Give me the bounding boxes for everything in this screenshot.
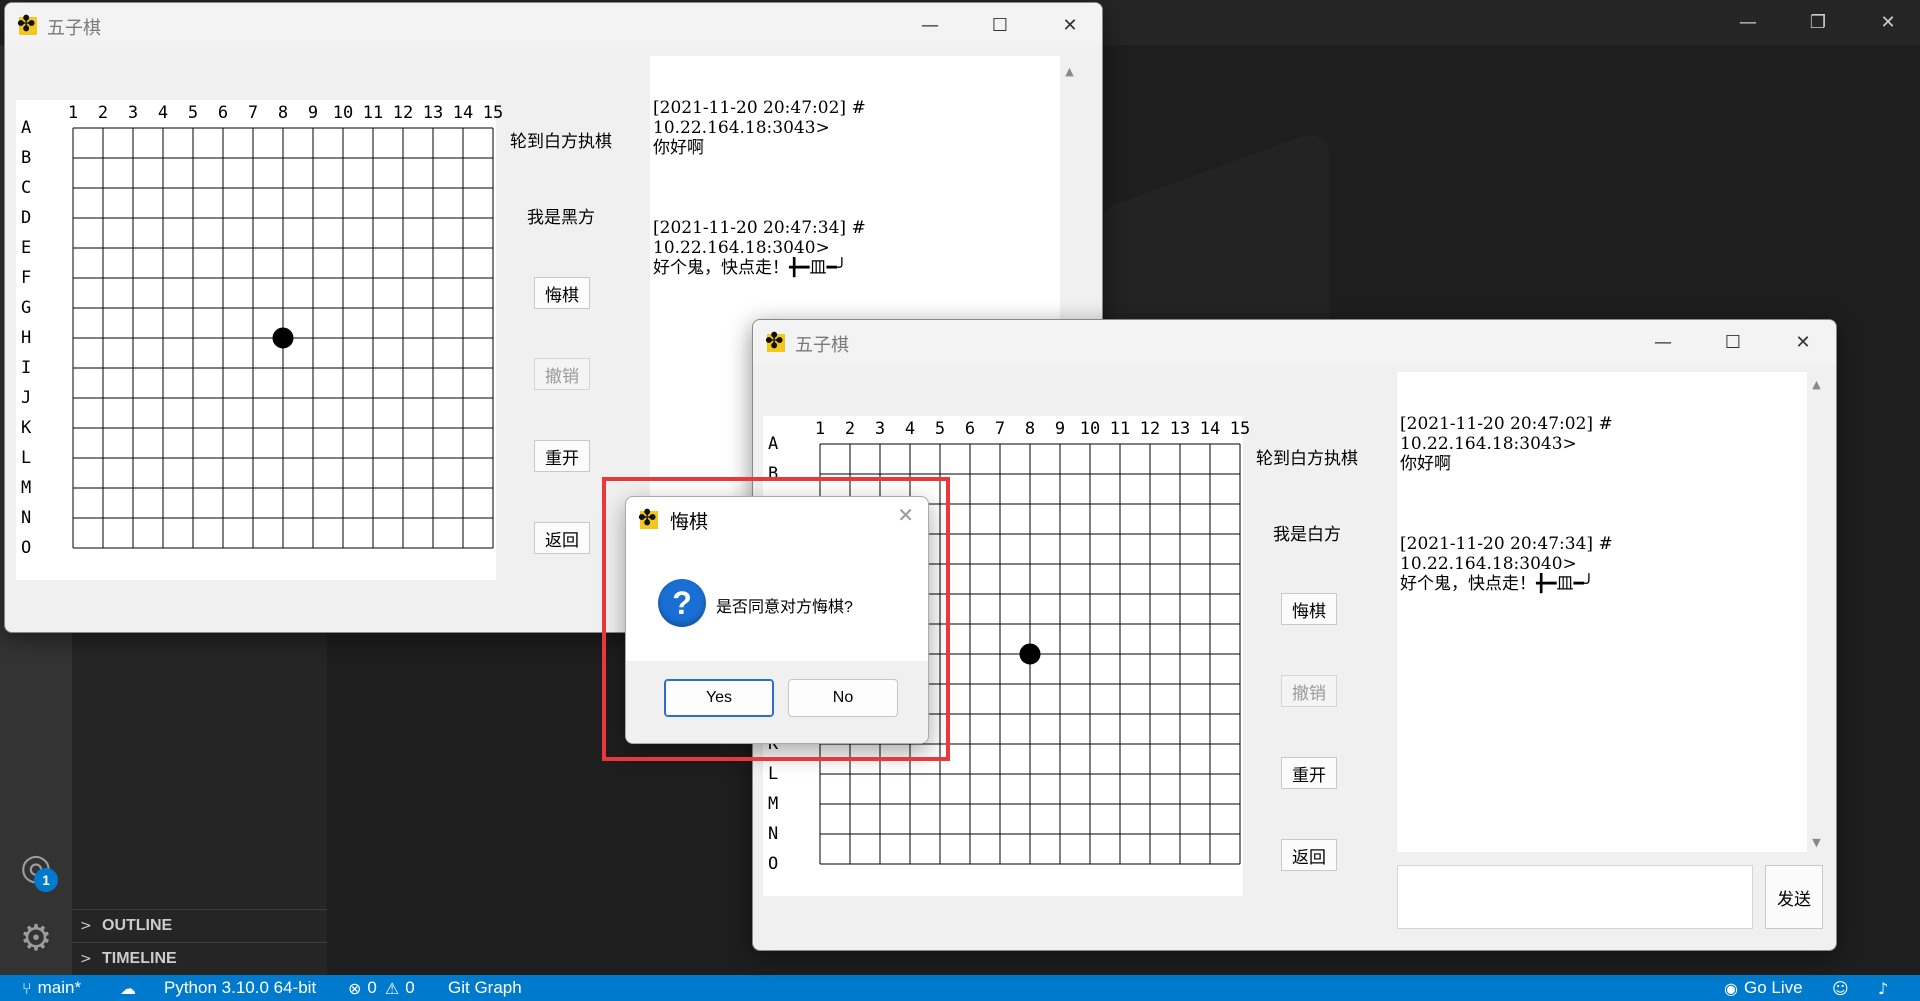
status-bar: ⑂ main* ☁ Python 3.10.0 64-bit ⊗ 0 ⚠ 0 Git G…	[0, 975, 1920, 1001]
scroll-up-icon[interactable]: ▲	[1808, 376, 1825, 393]
chat-sender: 10.22.164.18:3043>	[653, 118, 830, 138]
stone-black	[1019, 643, 1041, 665]
timeline-section[interactable]: > TIMELINE	[72, 942, 327, 974]
chevron-right-icon: >	[80, 917, 92, 934]
gear-icon[interactable]: ⚙	[16, 918, 56, 959]
error-icon: ⊗	[348, 978, 362, 998]
chat-timestamp: [2021-11-20 20:47:34] #	[653, 218, 866, 238]
close-icon[interactable]: ✕	[1035, 3, 1102, 47]
highlight-box	[602, 477, 950, 761]
branch-status[interactable]: ⑂ main*	[22, 975, 81, 1001]
go-live-status[interactable]: ◉ Go Live	[1724, 975, 1803, 1001]
go-live-label: Go Live	[1743, 978, 1803, 997]
python-status[interactable]: Python 3.10.0 64-bit	[164, 975, 316, 1001]
timeline-label: TIMELINE	[102, 949, 177, 967]
broadcast-icon: ◉	[1724, 978, 1738, 998]
chat-text: 好个鬼，快点走！╋━皿━╯	[653, 258, 847, 278]
turn-label: 轮到白方执棋	[1256, 449, 1358, 469]
chat-text: 好个鬼，快点走！╋━皿━╯	[1400, 574, 1594, 594]
chat-timestamp: [2021-11-20 20:47:02] #	[653, 98, 866, 118]
chevron-right-icon: >	[80, 950, 92, 967]
board-grid[interactable]	[16, 100, 496, 580]
outline-section[interactable]: > OUTLINE	[72, 909, 327, 941]
chat-message: [2021-11-20 20:47:02] #10.22.164.18:3043…	[653, 98, 1057, 158]
maximize-icon[interactable]: ☐	[965, 3, 1035, 47]
problems-status[interactable]: ⊗ 0 ⚠ 0	[348, 975, 415, 1001]
chat-sender: 10.22.164.18:3040>	[1400, 554, 1577, 574]
branch-label: main*	[37, 978, 82, 997]
account-badge: 1	[34, 868, 58, 892]
undo-request-button[interactable]: 悔棋	[534, 277, 590, 309]
turn-label: 轮到白方执棋	[510, 132, 612, 152]
window-titlebar: ✤ 五子棋 — ☐ ✕	[5, 3, 1102, 47]
chat-text: 你好啊	[653, 138, 704, 158]
restore-icon[interactable]: ❐	[1788, 0, 1848, 45]
stone-black	[272, 327, 294, 349]
chat-sender: 10.22.164.18:3040>	[653, 238, 830, 258]
close-icon[interactable]: ✕	[1768, 320, 1836, 364]
bell-icon[interactable]: ♪	[1878, 975, 1894, 1001]
chat-log: [2021-11-20 20:47:02] #10.22.164.18:3043…	[1397, 372, 1807, 852]
git-branch-icon: ⑂	[22, 978, 32, 998]
chat-message: [2021-11-20 20:47:34] #10.22.164.18:3040…	[1400, 534, 1804, 594]
window-title: 五子棋	[47, 18, 101, 38]
chat-sender: 10.22.164.18:3043>	[1400, 434, 1577, 454]
undo-cancel-button[interactable]: 撤销	[534, 358, 590, 390]
errors-count: 0	[367, 978, 377, 997]
chat-timestamp: [2021-11-20 20:47:34] #	[1400, 534, 1613, 554]
back-button[interactable]: 返回	[1281, 839, 1337, 871]
app-icon: ✤	[17, 12, 37, 37]
chat-input[interactable]	[1397, 865, 1753, 929]
close-icon[interactable]: ✕	[1858, 0, 1918, 45]
role-label: 我是白方	[1273, 525, 1341, 545]
restart-button[interactable]: 重开	[534, 440, 590, 472]
role-label: 我是黑方	[527, 208, 595, 228]
undo-cancel-button[interactable]: 撤销	[1281, 675, 1337, 707]
git-graph-status[interactable]: Git Graph	[448, 975, 522, 1001]
send-button[interactable]: 发送	[1765, 865, 1823, 929]
warning-icon: ⚠	[384, 978, 400, 998]
undo-request-button[interactable]: 悔棋	[1281, 593, 1337, 625]
outline-label: OUTLINE	[102, 916, 173, 934]
scroll-up-icon[interactable]: ▲	[1061, 63, 1078, 80]
window-titlebar: ✤ 五子棋 — ☐ ✕	[753, 320, 1836, 364]
window-title: 五子棋	[795, 335, 849, 355]
feedback-icon[interactable]: ☺	[1832, 975, 1855, 1001]
maximize-icon[interactable]: ☐	[1698, 320, 1768, 364]
app-icon: ✤	[765, 329, 785, 354]
scroll-down-icon[interactable]: ▼	[1808, 834, 1825, 851]
chat-text: 你好啊	[1400, 454, 1451, 474]
restart-button[interactable]: 重开	[1281, 757, 1337, 789]
minimize-icon[interactable]: —	[1718, 0, 1778, 45]
minimize-icon[interactable]: —	[1628, 320, 1698, 364]
warnings-count: 0	[405, 978, 415, 997]
chat-timestamp: [2021-11-20 20:47:02] #	[1400, 414, 1613, 434]
minimize-icon[interactable]: —	[895, 3, 965, 47]
gomoku-board[interactable]: 123456789101112131415ABCDEFGHIJKLMNO	[16, 100, 503, 580]
sync-icon[interactable]: ☁	[120, 975, 142, 1001]
chat-message: [2021-11-20 20:47:34] #10.22.164.18:3040…	[653, 218, 1057, 278]
chat-message: [2021-11-20 20:47:02] #10.22.164.18:3043…	[1400, 414, 1804, 474]
back-button[interactable]: 返回	[534, 522, 590, 554]
